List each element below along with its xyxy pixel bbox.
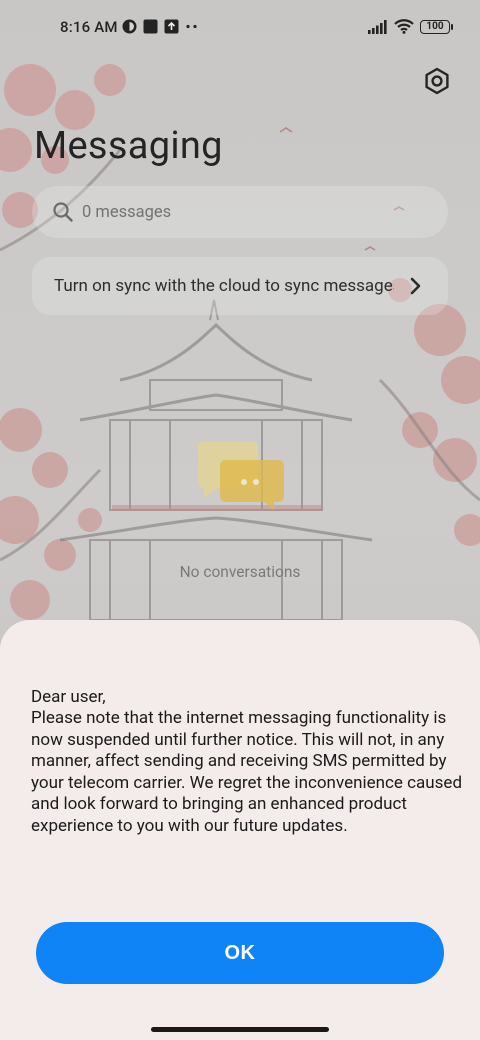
home-indicator[interactable] [151,1027,329,1032]
dialog-message: Please note that the internet messaging … [31,708,463,836]
notice-bottom-sheet: Dear user, Please note that the internet… [0,620,480,1040]
ok-button[interactable]: OK [36,922,444,984]
dialog-greeting: Dear user, [31,687,106,707]
